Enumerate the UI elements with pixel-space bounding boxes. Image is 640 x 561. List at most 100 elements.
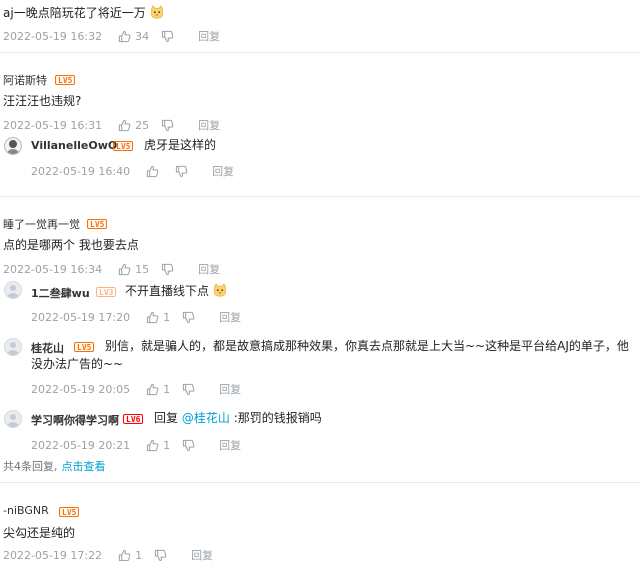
comment-time: 2022-05-19 16:32 <box>3 29 103 43</box>
comment-text: 点的是哪两个 我也要去点 <box>3 238 139 252</box>
thumbs-up-icon <box>146 383 159 396</box>
username[interactable]: 学习啊你得学习啊 <box>31 412 119 428</box>
comment-time: 2022-05-19 16:31 <box>3 118 103 132</box>
thumbs-down-icon <box>182 311 195 324</box>
thumbs-down-icon <box>182 383 195 396</box>
thumbs-up-icon <box>146 165 159 178</box>
like-count: 34 <box>135 29 150 43</box>
reply-button[interactable]: 回复 <box>198 117 220 133</box>
reply-text: 别信，就是骗人的，都是故意搞成那种效果，你真去点那就是上大当~~这种是平台给AJ… <box>31 339 629 371</box>
comment-item: 睡了一觉再一觉 LV5 点的是哪两个 我也要去点 2022-05-19 16:3… <box>0 206 640 476</box>
level-badge: LV5 <box>55 75 76 85</box>
thumbs-up-icon <box>146 311 159 324</box>
comment-text: 汪汪汪也违规? <box>3 94 82 108</box>
reply-button[interactable]: 回复 <box>191 547 213 561</box>
username[interactable]: 睡了一觉再一觉 <box>3 216 80 232</box>
like-button[interactable]: 1 <box>146 383 170 396</box>
reply-button[interactable]: 回复 <box>198 261 220 277</box>
username[interactable]: 1二叁肆wu <box>31 285 90 301</box>
thumbs-down-icon <box>154 549 167 561</box>
reply-meta: 2022-05-19 20:21 1 回复 <box>31 437 241 453</box>
comment-time: 2022-05-19 16:34 <box>3 262 103 276</box>
avatar[interactable] <box>4 281 22 299</box>
comment-text: aj一晚点陪玩花了将近一万 <box>3 4 164 22</box>
dislike-button[interactable] <box>161 263 174 276</box>
like-button[interactable]: 25 <box>118 119 149 132</box>
thumbs-up-icon <box>118 119 131 132</box>
level-badge: LV5 <box>59 507 80 517</box>
reply-time: 2022-05-19 20:05 <box>31 382 131 396</box>
thumbs-up-icon <box>118 30 131 43</box>
dislike-button[interactable] <box>182 439 195 452</box>
reply-text: 不开直播线下点 <box>125 282 227 300</box>
level-badge: LV6 <box>123 414 144 424</box>
reply-time: 2022-05-19 20:21 <box>31 438 131 452</box>
cat-emoji-icon <box>150 5 164 19</box>
like-count: 1 <box>135 548 143 561</box>
dislike-button[interactable] <box>175 165 188 178</box>
like-button[interactable]: 1 <box>146 439 170 452</box>
reply-button[interactable]: 回复 <box>219 309 241 325</box>
avatar[interactable] <box>4 410 22 428</box>
like-count: 25 <box>135 118 150 132</box>
username[interactable]: VillanelleOwO <box>31 139 117 152</box>
like-button[interactable]: 15 <box>118 263 149 276</box>
cat-emoji-icon <box>213 283 227 297</box>
like-button[interactable]: 1 <box>118 549 142 561</box>
like-count: 1 <box>163 438 171 452</box>
reply-button[interactable]: 回复 <box>198 28 220 44</box>
reply-meta: 2022-05-19 20:05 1 回复 <box>31 381 241 397</box>
reply-button[interactable]: 回复 <box>219 381 241 397</box>
reply-button[interactable]: 回复 <box>212 163 234 179</box>
avatar[interactable] <box>4 137 22 155</box>
comment-meta: 2022-05-19 16:34 15 回复 <box>3 261 220 277</box>
reply-time: 2022-05-19 17:20 <box>31 310 131 324</box>
reply-button[interactable]: 回复 <box>219 437 241 453</box>
comment-meta: 2022-05-19 16:32 34 回复 <box>3 28 220 44</box>
comment-item: aj一晚点陪玩花了将近一万 2022-05-19 16:32 34 回复 <box>0 0 640 50</box>
avatar[interactable] <box>4 338 22 356</box>
reply-summary: 共4条回复, 点击查看 <box>3 460 106 473</box>
thumbs-down-icon <box>161 30 174 43</box>
reply-prefix: 回复 <box>154 411 179 425</box>
comment-meta: 2022-05-19 16:31 25 回复 <box>3 117 220 133</box>
comment-meta: 2022-05-19 17:22 1 回复 <box>3 547 213 561</box>
comment-time: 2022-05-19 17:22 <box>3 548 103 561</box>
thumbs-down-icon <box>175 165 188 178</box>
like-button[interactable] <box>146 165 163 178</box>
username[interactable]: 阿诺斯特 <box>3 72 47 88</box>
like-count: 15 <box>135 262 150 276</box>
comment-item: -niBGNR LV5 尖勾还是纯的 2022-05-19 17:22 1 回复 <box>0 492 640 561</box>
thumbs-down-icon <box>182 439 195 452</box>
dislike-button[interactable] <box>161 119 174 132</box>
reply-text: 虎牙是这样的 <box>144 138 217 152</box>
thumbs-up-icon <box>146 439 159 452</box>
mention-link[interactable]: @桂花山 <box>182 411 230 425</box>
reply-time: 2022-05-19 16:40 <box>31 164 131 178</box>
divider <box>0 52 640 53</box>
thumbs-up-icon <box>118 263 131 276</box>
reply-meta: 2022-05-19 17:20 1 回复 <box>31 309 241 325</box>
like-button[interactable]: 34 <box>118 30 149 43</box>
thumbs-down-icon <box>161 119 174 132</box>
level-badge: LV5 <box>87 219 108 229</box>
level-badge: LV5 <box>113 141 134 151</box>
dislike-button[interactable] <box>182 383 195 396</box>
comment-item: 阿诺斯特 LV5 汪汪汪也违规? 2022-05-19 16:31 25 回复 … <box>0 62 640 192</box>
reply-meta: 2022-05-19 16:40 回复 <box>31 163 234 179</box>
thumbs-down-icon <box>161 263 174 276</box>
comment-text: 尖勾还是纯的 <box>3 526 76 540</box>
view-replies-link[interactable]: 点击查看 <box>62 460 106 473</box>
dislike-button[interactable] <box>154 549 167 561</box>
reply-text: 回复 @桂花山 :那罚的钱报销吗 <box>154 411 322 425</box>
username[interactable]: -niBGNR <box>3 504 49 517</box>
like-count: 1 <box>163 310 171 324</box>
dislike-button[interactable] <box>182 311 195 324</box>
thumbs-up-icon <box>118 549 131 561</box>
divider <box>0 196 640 197</box>
dislike-button[interactable] <box>161 30 174 43</box>
level-badge: LV3 <box>96 287 117 297</box>
like-count: 1 <box>163 382 171 396</box>
like-button[interactable]: 1 <box>146 311 170 324</box>
divider <box>0 482 640 483</box>
